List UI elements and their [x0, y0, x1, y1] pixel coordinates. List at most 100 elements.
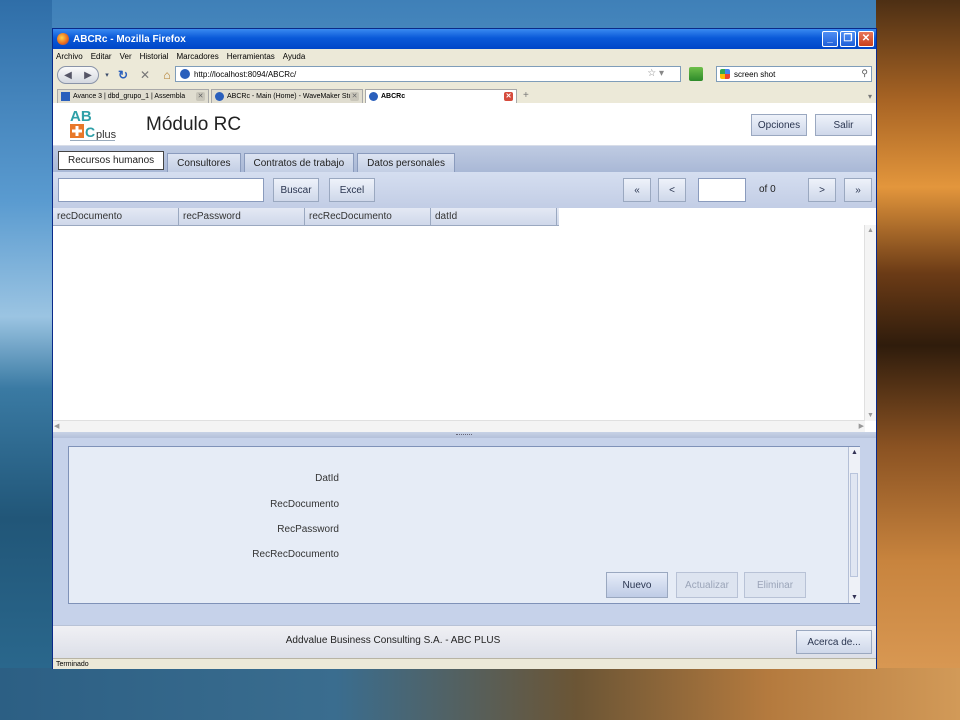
- tab-consultores[interactable]: Consultores: [167, 153, 241, 172]
- search-input[interactable]: [58, 178, 264, 202]
- scroll-up-icon[interactable]: ▲: [865, 225, 876, 236]
- logo-bottom-text: plus: [96, 129, 117, 141]
- field-label-recrecdocumento: RecRecDocumento: [252, 549, 339, 560]
- scroll-up-icon[interactable]: ▲: [849, 447, 860, 458]
- browser-window: ABCRc - Mozilla Firefox _ ❐ ✕ Archivo Ed…: [52, 28, 877, 669]
- app-header: AB C plus Módulo RC Opciones Salir: [53, 103, 876, 146]
- page-content: AB C plus Módulo RC Opciones Salir Recur…: [53, 103, 876, 659]
- window-titlebar[interactable]: ABCRc - Mozilla Firefox _ ❐ ✕: [53, 29, 876, 49]
- close-tab-icon[interactable]: ✕: [350, 92, 359, 101]
- logo-top-text: AB: [70, 108, 92, 125]
- menu-editar[interactable]: Editar: [91, 52, 112, 61]
- url-bar[interactable]: http://localhost:8094/ABCRc/ ☆ ▾: [175, 66, 681, 82]
- tab-datos-personales[interactable]: Datos personales: [357, 153, 455, 172]
- status-bar: Terminado: [53, 658, 876, 669]
- browser-tab-label: ABCRc: [381, 93, 406, 100]
- menu-bar: Archivo Editar Ver Historial Marcadores …: [53, 49, 876, 63]
- abc-plus-logo: AB C plus: [69, 107, 129, 143]
- svg-text:C: C: [85, 124, 95, 140]
- tab-recursos-humanos[interactable]: Recursos humanos: [58, 151, 165, 170]
- new-tab-icon[interactable]: +: [523, 89, 529, 103]
- about-button[interactable]: Acerca de...: [796, 630, 872, 654]
- close-tab-icon[interactable]: ✕: [196, 92, 205, 101]
- back-arrow-icon[interactable]: ◀: [64, 70, 72, 81]
- excel-button[interactable]: Excel: [329, 178, 375, 202]
- app-footer: Addvalue Business Consulting S.A. - ABC …: [53, 625, 876, 658]
- detail-scrollbar[interactable]: ▲ ▼: [848, 447, 860, 603]
- reload-icon[interactable]: ↻: [113, 66, 133, 84]
- page-favicon-icon: [215, 92, 224, 101]
- search-button[interactable]: Buscar: [273, 178, 319, 202]
- browser-tab-assembla[interactable]: Avance 3 | dbd_grupo_1 | Assembla ✕: [57, 89, 209, 103]
- menu-ayuda[interactable]: Ayuda: [283, 52, 306, 61]
- scroll-right-icon[interactable]: ▶: [859, 421, 864, 432]
- restore-icon[interactable]: ❐: [840, 31, 856, 47]
- home-icon[interactable]: ⌂: [157, 66, 177, 84]
- next-page-button[interactable]: >: [808, 178, 836, 202]
- grid-toolbar: Buscar Excel « < of 0 > »: [53, 172, 876, 209]
- field-label-datid: DatId: [315, 473, 339, 484]
- minimize-icon[interactable]: _: [822, 31, 838, 47]
- tab-list-icon[interactable]: ▾: [868, 92, 872, 101]
- window-title: ABCRc - Mozilla Firefox: [73, 33, 186, 45]
- browser-tab-wavemaker[interactable]: ABCRc - Main (Home) - WaveMaker Stu... ✕: [211, 89, 363, 103]
- browser-tab-abcrc[interactable]: ABCRc ✕: [365, 89, 517, 103]
- grid-header: recDocumento recPassword recRecDocumento…: [53, 208, 559, 226]
- assembla-favicon-icon: [61, 92, 70, 101]
- splitter-grip-icon: [456, 434, 472, 437]
- grid-vertical-scrollbar[interactable]: ▲ ▼: [864, 225, 876, 421]
- menu-marcadores[interactable]: Marcadores: [177, 52, 219, 61]
- page-favicon-icon: [369, 92, 378, 101]
- search-bar[interactable]: screen shot ⚲: [716, 66, 872, 82]
- detail-form: DatId RecDocumento RecPassword RecRecDoc…: [68, 446, 860, 604]
- update-button[interactable]: Actualizar: [676, 572, 738, 598]
- new-button[interactable]: Nuevo: [606, 572, 668, 598]
- scroll-down-icon[interactable]: ▼: [865, 410, 876, 421]
- scroll-down-icon[interactable]: ▼: [849, 592, 860, 603]
- menu-herramientas[interactable]: Herramientas: [227, 52, 275, 61]
- detail-panel-wrapper: DatId RecDocumento RecPassword RecRecDoc…: [53, 438, 876, 625]
- search-value: screen shot: [734, 69, 776, 79]
- delete-button[interactable]: Eliminar: [744, 572, 806, 598]
- url-text: http://localhost:8094/ABCRc/: [194, 69, 297, 79]
- navigation-toolbar: ◀ ▶ ▾ ↻ ✕ ⌂ http://localhost:8094/ABCRc/…: [53, 63, 876, 87]
- forward-arrow-icon[interactable]: ▶: [84, 70, 92, 81]
- first-page-button[interactable]: «: [623, 178, 651, 202]
- back-forward-buttons[interactable]: ◀ ▶: [57, 66, 99, 84]
- app-tab-bar: Recursos humanos Consultores Contratos d…: [53, 146, 876, 172]
- field-label-recpassword: RecPassword: [277, 524, 339, 535]
- logout-button[interactable]: Salir: [815, 114, 872, 136]
- browser-tab-label: ABCRc - Main (Home) - WaveMaker Stu...: [227, 93, 359, 100]
- page-count: of 0: [759, 184, 776, 195]
- last-page-button[interactable]: »: [844, 178, 872, 202]
- field-label-recdocumento: RecDocumento: [270, 499, 339, 510]
- column-header-datid[interactable]: datId: [431, 208, 557, 225]
- site-identity-icon: [180, 69, 190, 79]
- close-tab-icon[interactable]: ✕: [504, 92, 513, 101]
- close-window-icon[interactable]: ✕: [858, 31, 874, 47]
- tab-contratos-de-trabajo[interactable]: Contratos de trabajo: [243, 153, 355, 172]
- scroll-thumb[interactable]: [850, 473, 858, 577]
- desktop-background-deck: [876, 0, 960, 720]
- bookmark-star-icon[interactable]: ☆ ▾: [647, 68, 664, 79]
- menu-ver[interactable]: Ver: [120, 52, 132, 61]
- menu-historial[interactable]: Historial: [140, 52, 169, 61]
- page-number-input[interactable]: [698, 178, 746, 202]
- footer-text: Addvalue Business Consulting S.A. - ABC …: [285, 635, 501, 646]
- column-header-recdocumento[interactable]: recDocumento: [53, 208, 179, 225]
- history-dropdown-icon[interactable]: ▾: [103, 66, 111, 84]
- stop-icon[interactable]: ✕: [135, 66, 155, 84]
- page-title: Módulo RC: [146, 114, 242, 135]
- search-icon[interactable]: ⚲: [861, 68, 868, 79]
- grid-horizontal-scrollbar[interactable]: ◀ ▶: [53, 420, 865, 432]
- prev-page-button[interactable]: <: [658, 178, 686, 202]
- options-button[interactable]: Opciones: [751, 114, 807, 136]
- google-icon: [720, 69, 730, 79]
- scroll-left-icon[interactable]: ◀: [54, 421, 59, 432]
- menu-archivo[interactable]: Archivo: [56, 52, 83, 61]
- browser-tab-strip: Avance 3 | dbd_grupo_1 | Assembla ✕ ABCR…: [53, 87, 876, 104]
- column-header-recrecdocumento[interactable]: recRecDocumento: [305, 208, 431, 225]
- download-icon[interactable]: [689, 67, 703, 81]
- firefox-icon: [57, 33, 69, 45]
- column-header-recpassword[interactable]: recPassword: [179, 208, 305, 225]
